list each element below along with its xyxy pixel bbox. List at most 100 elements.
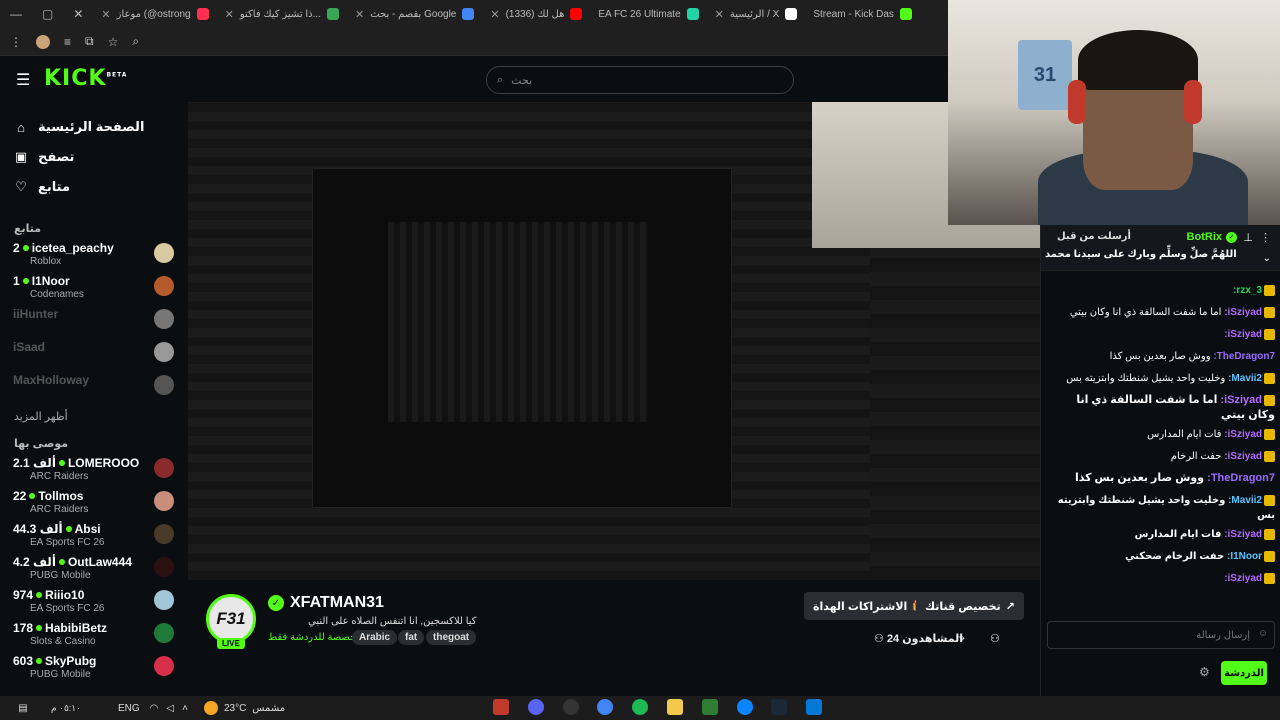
chat-message: iSziyad: فات ايام المدارس bbox=[1041, 425, 1280, 447]
tab-label: Stream - Kick Das bbox=[813, 8, 894, 20]
nav-browse[interactable]: ▣ تصفح bbox=[0, 142, 188, 172]
close-tab-icon[interactable]: ✕ bbox=[490, 8, 499, 21]
avatar bbox=[154, 491, 174, 511]
pinned-message: ⋮ ⊥ BotRix ✓ أرسلت من قبل اللهُمَّ صلِّ و… bbox=[1041, 225, 1280, 271]
futbin-icon bbox=[686, 8, 699, 20]
stream-category[interactable]: مخصصة للدردشة فقط bbox=[268, 632, 362, 643]
recommended-channel[interactable]: 44.3 ألف Absi EA Sports FC 26 bbox=[0, 520, 188, 553]
bookmark-star-icon[interactable]: ☆ bbox=[108, 35, 119, 49]
channel-avatar[interactable]: F31 bbox=[206, 594, 256, 644]
tab-5[interactable]: ✕ الرئيسية / X bbox=[707, 0, 806, 28]
steam-icon[interactable] bbox=[771, 698, 788, 715]
tab-1[interactable]: ✕ ذا تشيز كيك فاكتو... bbox=[217, 0, 347, 28]
chat-username[interactable]: iSziyad: bbox=[1220, 394, 1262, 406]
gear-icon[interactable]: ⚙ bbox=[1199, 665, 1210, 679]
chat-username[interactable]: iSziyad: bbox=[1224, 573, 1262, 584]
chat-input[interactable]: إرسال رسالة ☺ bbox=[1047, 621, 1275, 649]
notification-icon[interactable]: ▤ bbox=[0, 703, 46, 714]
chat-username[interactable]: iSziyad: bbox=[1224, 451, 1262, 462]
chat-username[interactable]: Mavii2: bbox=[1228, 373, 1262, 384]
recommended-channel[interactable]: 4.2 ألف OutLaw444 PUBG Mobile bbox=[0, 553, 188, 586]
following-channel[interactable]: iiHunter bbox=[0, 305, 188, 338]
zoom-icon[interactable]: ⌕ bbox=[132, 34, 139, 49]
tab-3[interactable]: ✕ (1336) هل لك bbox=[482, 0, 590, 28]
menu-dots-icon[interactable]: ⋮ bbox=[10, 35, 22, 49]
chevron-down-icon[interactable]: ⌄ bbox=[1263, 253, 1271, 264]
kick-logo[interactable]: KICKBETA bbox=[44, 66, 127, 91]
restore-icon[interactable]: ▢ bbox=[32, 7, 63, 21]
chat-username[interactable]: rzx_3: bbox=[1233, 285, 1262, 296]
chat-username[interactable]: iSziyad: bbox=[1224, 307, 1262, 318]
following-channel[interactable]: iSaad bbox=[0, 338, 188, 371]
app-icon[interactable] bbox=[493, 698, 510, 715]
tag-arabic[interactable]: Arabic bbox=[352, 630, 398, 645]
close-window-icon[interactable]: ✕ bbox=[63, 7, 93, 21]
spotify-icon[interactable] bbox=[632, 698, 649, 715]
xbox-icon[interactable] bbox=[701, 698, 718, 715]
recommended-channel[interactable]: 603 SkyPubg PUBG Mobile bbox=[0, 652, 188, 685]
chat-username[interactable]: iSziyad: bbox=[1224, 429, 1262, 440]
tab-4[interactable]: EA FC 26 Ultimate bbox=[590, 0, 706, 28]
send-chat-button[interactable]: الدردشة bbox=[1221, 661, 1267, 685]
close-tab-icon[interactable]: ✕ bbox=[225, 8, 234, 21]
following-channel[interactable]: 2 icetea_peachy Roblox bbox=[0, 239, 188, 272]
following-channel[interactable]: 1 I1Noor Codenames bbox=[0, 272, 188, 305]
chat-username[interactable]: iSziyad: bbox=[1224, 329, 1262, 340]
channel-name: OutLaw444 bbox=[67, 555, 132, 569]
obs-icon[interactable] bbox=[562, 698, 579, 715]
emoji-icon[interactable]: ☺ bbox=[1258, 628, 1268, 639]
chrome-icon[interactable] bbox=[597, 698, 614, 715]
close-tab-icon[interactable]: ✕ bbox=[355, 8, 364, 21]
close-tab-icon[interactable]: ✕ bbox=[101, 8, 110, 21]
nav-home[interactable]: ⌂ الصفحة الرئيسية bbox=[0, 112, 188, 142]
edge-icon[interactable] bbox=[736, 698, 753, 715]
share-icon[interactable]: ⤳ bbox=[956, 632, 965, 645]
streamer-name[interactable]: ✓ XFATMAN31 bbox=[268, 594, 384, 612]
volume-icon[interactable]: ◁ bbox=[166, 703, 174, 714]
customize-channel-button[interactable]: تخصيص قناتك ↗ bbox=[916, 592, 1024, 620]
recommended-channel[interactable]: 2.1 ألف LOMEROOO ARC Raiders bbox=[0, 454, 188, 487]
profile-icon[interactable] bbox=[36, 34, 50, 49]
hamburger-icon[interactable]: ☰ bbox=[16, 70, 30, 90]
weather-icon[interactable] bbox=[203, 701, 218, 715]
following-channel[interactable]: MaxHolloway bbox=[0, 371, 188, 404]
tab-6[interactable]: Stream - Kick Das bbox=[805, 0, 920, 28]
recommended-channel[interactable]: 974 Riiio10 EA Sports FC 26 bbox=[0, 586, 188, 619]
taskbar-apps bbox=[485, 698, 830, 718]
tab-2[interactable]: ✕ بقصم - بحث Google bbox=[347, 0, 482, 28]
tag-fat[interactable]: fat bbox=[398, 630, 425, 645]
clock[interactable]: ٠٥:١٠ م bbox=[46, 703, 86, 713]
chat-username[interactable]: TheDragon7: bbox=[1213, 351, 1275, 362]
search-input[interactable]: ⌕ بحث bbox=[486, 66, 794, 94]
show-more-link[interactable]: أظهر المزيد bbox=[0, 404, 188, 429]
follow-user-icon[interactable]: ⚇ bbox=[990, 632, 1000, 645]
recommended-channel[interactable]: 178 HabibiBetz Slots & Casino bbox=[0, 619, 188, 652]
chat-username[interactable]: I1Noor: bbox=[1227, 551, 1262, 562]
chat-username[interactable]: Mavii2: bbox=[1228, 495, 1262, 506]
chat-username[interactable]: iSziyad: bbox=[1224, 529, 1262, 540]
chevron-up-icon[interactable]: ˄ bbox=[182, 703, 188, 714]
live-badge: LIVE bbox=[217, 638, 245, 649]
reading-list-icon[interactable]: ≡ bbox=[64, 35, 71, 49]
weather-text: مشمس bbox=[252, 702, 286, 714]
live-dot bbox=[36, 625, 43, 631]
viewer-count: 178 bbox=[13, 621, 34, 635]
language-indicator[interactable]: ENG bbox=[118, 703, 140, 714]
viewer-count: 2 bbox=[13, 241, 20, 255]
folder-icon[interactable] bbox=[667, 698, 684, 715]
close-tab-icon[interactable]: ✕ bbox=[715, 8, 724, 21]
window-controls-icon[interactable]: — bbox=[0, 7, 32, 21]
more-options-icon[interactable]: ⋮ bbox=[1260, 231, 1271, 244]
chat-username[interactable]: TheDragon7: bbox=[1207, 472, 1275, 484]
pin-icon[interactable]: ⊥ bbox=[1243, 231, 1253, 244]
avatar bbox=[154, 524, 174, 544]
nav-following[interactable]: ♡ متابع bbox=[0, 172, 188, 202]
discord-icon[interactable] bbox=[527, 698, 544, 715]
wifi-icon[interactable]: ◠ bbox=[150, 703, 159, 714]
extensions-icon[interactable]: ⧉ bbox=[85, 34, 94, 49]
store-icon[interactable] bbox=[806, 698, 823, 715]
tab-0[interactable]: ✕ موعاز (@ostrong bbox=[93, 0, 216, 28]
video-player[interactable] bbox=[188, 102, 1040, 580]
tag-thegoat[interactable]: thegoat bbox=[426, 630, 477, 645]
recommended-channel[interactable]: 22 Tollmos ARC Raiders bbox=[0, 487, 188, 520]
